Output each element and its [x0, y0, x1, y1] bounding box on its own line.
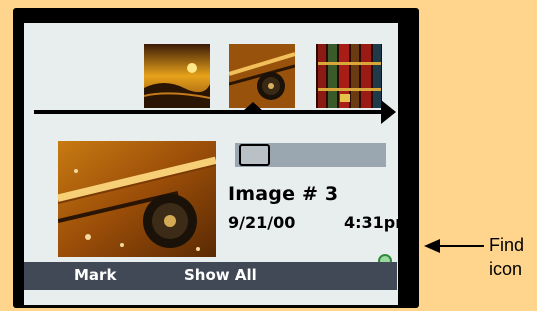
image-date: 9/21/00 — [228, 213, 296, 232]
fishing-reel-photo-icon — [58, 141, 216, 257]
image-time: 4:31pm — [344, 213, 398, 232]
callout-line-1: Find — [489, 235, 525, 255]
fishing-reel-photo-icon — [229, 44, 295, 108]
mark-button[interactable]: Mark — [74, 266, 116, 284]
image-preview — [58, 141, 216, 257]
thumbnail-sunset[interactable] — [144, 44, 210, 108]
thumbnail-books[interactable] — [316, 44, 382, 108]
device-bezel: Image # 3 9/21/00 4:31pm Mark Show All — [13, 8, 419, 308]
bottom-toolbar: Mark Show All — [24, 262, 397, 290]
callout-line-2: icon — [489, 259, 523, 279]
thumbnail-fishing-reel[interactable] — [229, 44, 295, 108]
callout-line — [438, 245, 484, 247]
show-all-button[interactable]: Show All — [184, 266, 257, 284]
scrollbar-thumb[interactable] — [239, 144, 270, 166]
timeline-position-marker — [243, 102, 263, 111]
image-title: Image # 3 — [228, 183, 339, 205]
sunset-photo-icon — [144, 44, 210, 108]
image-scrollbar[interactable] — [235, 143, 386, 167]
callout-label: Find icon — [489, 233, 524, 281]
timeline-line — [34, 110, 386, 114]
timeline-arrow-icon — [381, 100, 396, 124]
books-photo-icon — [316, 44, 382, 108]
